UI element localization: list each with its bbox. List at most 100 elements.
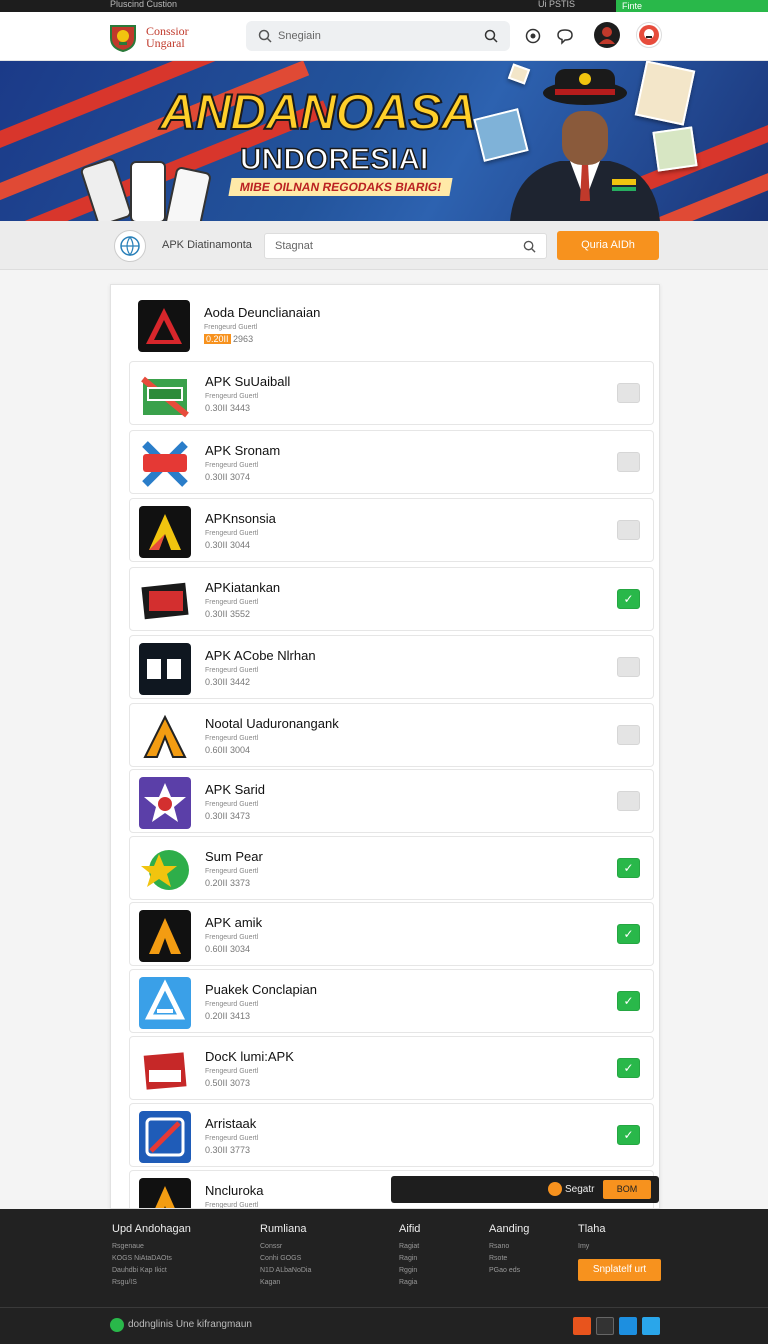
apk-search-input[interactable]: Stagnat <box>264 233 547 259</box>
social-icon[interactable] <box>573 1317 591 1335</box>
checkbox-unchecked[interactable] <box>617 452 640 472</box>
app-title[interactable]: Puakek Conclapian <box>205 982 317 997</box>
checkbox-unchecked[interactable] <box>617 520 640 540</box>
app-icon[interactable] <box>139 438 191 490</box>
app-icon[interactable] <box>139 977 191 1029</box>
crest-logo-icon[interactable] <box>108 22 138 52</box>
brand-name[interactable]: Conssior Ungaral <box>146 25 189 49</box>
list-item[interactable]: Nootal Uaduronangank Frengeurd Guertl 0.60… <box>129 703 654 767</box>
app-meta: 0.30II 3443 <box>205 403 251 413</box>
chat-icon[interactable] <box>556 27 574 45</box>
app-title[interactable]: DocK lumi:APK <box>205 1049 294 1064</box>
footer-link[interactable]: Imy <box>578 1241 606 1253</box>
app-title[interactable]: Sum Pear <box>205 849 263 864</box>
social-icon[interactable] <box>642 1317 660 1335</box>
app-icon[interactable] <box>139 506 191 558</box>
checkbox-unchecked[interactable] <box>617 725 640 745</box>
checkbox-checked[interactable]: ✓ <box>617 1125 640 1145</box>
footer-link[interactable]: Ragin <box>399 1253 420 1265</box>
footer-link[interactable]: Rsgenaue <box>112 1241 191 1253</box>
list-item[interactable]: APKiatankan Frengeurd Guertl 0.30II 3552 ✓ <box>129 567 654 631</box>
app-title[interactable]: Arristaak <box>205 1116 256 1131</box>
top-strip-green-badge[interactable]: Finte <box>616 0 768 12</box>
app-meta-highlight: 0.20II <box>204 334 231 344</box>
social-icon[interactable] <box>596 1317 614 1335</box>
app-meta: 0.30II 3473 <box>205 811 251 821</box>
footer-link[interactable]: KOGS NiAtaDAOts <box>112 1253 191 1265</box>
app-icon[interactable] <box>139 575 191 627</box>
footer-link[interactable]: Rsote <box>489 1253 529 1265</box>
list-item[interactable]: Arristaak Frengeurd Guertl 0.30II 3773 ✓ <box>129 1103 654 1167</box>
list-item[interactable]: DocK lumi:APK Frengeurd Guertl 0.50II 3073… <box>129 1036 654 1100</box>
footer-link[interactable]: Rggin <box>399 1265 420 1277</box>
app-icon[interactable] <box>139 369 191 421</box>
list-item[interactable]: Aoda Deunclianaian Frengeurd Guertl 0.20II… <box>129 293 654 357</box>
app-icon[interactable] <box>139 1178 191 1208</box>
app-title[interactable]: APK Sronam <box>205 443 280 458</box>
top-strip: Pluscind Custion Ui PSTIS Finte <box>0 0 768 12</box>
app-icon[interactable] <box>139 1111 191 1163</box>
checkbox-checked[interactable]: ✓ <box>617 924 640 944</box>
top-strip-right-text: Ui PSTIS <box>538 0 576 9</box>
banner-title: ANDANOASA <box>159 83 478 141</box>
footer-column: Tlaha Imy <box>578 1223 606 1253</box>
footer-link[interactable]: Conhi GOGS <box>260 1253 311 1265</box>
list-item[interactable]: Sum Pear Frengeurd Guertl 0.20II 3373 ✓ <box>129 836 654 900</box>
app-title[interactable]: APKnsonsia <box>205 511 276 526</box>
checkbox-unchecked[interactable] <box>617 383 640 403</box>
app-icon[interactable] <box>139 643 191 695</box>
social-icon[interactable] <box>619 1317 637 1335</box>
app-title[interactable]: APK Sarid <box>205 782 265 797</box>
footer-link[interactable]: Ragiat <box>399 1241 420 1253</box>
footer-link[interactable]: N1D ALbaNoDia <box>260 1265 311 1277</box>
list-item[interactable]: APKnsonsia Frengeurd Guertl 0.30II 3044 <box>129 498 654 562</box>
site-header: Conssior Ungaral Snegiain <box>0 12 768 61</box>
footer-column: Upd Andohagan Rsgenaue KOGS NiAtaDAOts Dauh… <box>112 1223 191 1289</box>
footer-link[interactable]: Rsgu/IS <box>112 1277 191 1289</box>
app-meta: 0.30II 3552 <box>205 609 251 619</box>
settings-icon[interactable] <box>524 27 542 45</box>
footer-link[interactable]: Kagan <box>260 1277 311 1289</box>
app-icon[interactable] <box>139 777 191 829</box>
list-item[interactable]: APK Sarid Frengeurd Guertl 0.30II 3473 <box>129 769 654 833</box>
floating-bar-button[interactable]: BOM <box>603 1180 651 1199</box>
app-icon[interactable] <box>139 844 191 896</box>
footer-link[interactable]: Dauhdbi Kap Ikict <box>112 1265 191 1277</box>
app-title[interactable]: APK ACobe Nlrhan <box>205 648 316 663</box>
app-title[interactable]: Aoda Deunclianaian <box>204 305 320 320</box>
app-subtitle: Frengeurd Guertl <box>205 1202 259 1209</box>
app-icon[interactable] <box>138 300 190 352</box>
list-item[interactable]: Puakek Conclapian Frengeurd Guertl 0.20II … <box>129 969 654 1033</box>
app-title[interactable]: Nncluroka <box>205 1183 264 1198</box>
app-icon[interactable] <box>139 910 191 962</box>
footer-link[interactable]: PGao eds <box>489 1265 529 1277</box>
list-item[interactable]: APK SuUaiball Frengeurd Guertl 0.30II 3443 <box>129 361 654 425</box>
checkbox-unchecked[interactable] <box>617 657 640 677</box>
hero-banner[interactable]: ANDANOASA UNDORESIAI MIBE OILNAN REGODAK… <box>0 61 768 221</box>
app-icon[interactable] <box>139 711 191 763</box>
checkbox-checked[interactable]: ✓ <box>617 1058 640 1078</box>
search-action-button[interactable]: Quria AIDh <box>557 231 659 260</box>
profile-avatar[interactable] <box>636 22 662 48</box>
app-title[interactable]: Nootal Uaduronangank <box>205 716 339 731</box>
footer-link[interactable]: Ragia <box>399 1277 420 1289</box>
footer-cta-button[interactable]: Snplatelf urt <box>578 1259 661 1281</box>
list-item[interactable]: APK Sronam Frengeurd Guertl 0.30II 3074 <box>129 430 654 494</box>
footer-link[interactable]: Rsano <box>489 1241 529 1253</box>
app-title[interactable]: APK amik <box>205 915 262 930</box>
app-title[interactable]: APKiatankan <box>205 580 280 595</box>
list-item[interactable]: APK amik Frengeurd Guertl 0.60II 3034 ✓ <box>129 902 654 966</box>
header-search-box[interactable]: Snegiain <box>246 21 510 51</box>
checkbox-checked[interactable]: ✓ <box>617 589 640 609</box>
checkbox-checked[interactable]: ✓ <box>617 991 640 1011</box>
app-icon[interactable] <box>139 1044 191 1096</box>
checkbox-unchecked[interactable] <box>617 791 640 811</box>
list-item[interactable]: APK ACobe Nlrhan Frengeurd Guertl 0.30II 3… <box>129 635 654 699</box>
checkbox-checked[interactable]: ✓ <box>617 858 640 878</box>
avatar[interactable] <box>594 22 620 48</box>
globe-logo-icon[interactable] <box>114 230 146 262</box>
search-submit-icon[interactable] <box>484 29 498 43</box>
footer-link[interactable]: Conssr <box>260 1241 311 1253</box>
app-meta: 0.20II 2963 <box>204 334 253 344</box>
app-title[interactable]: APK SuUaiball <box>205 374 290 389</box>
